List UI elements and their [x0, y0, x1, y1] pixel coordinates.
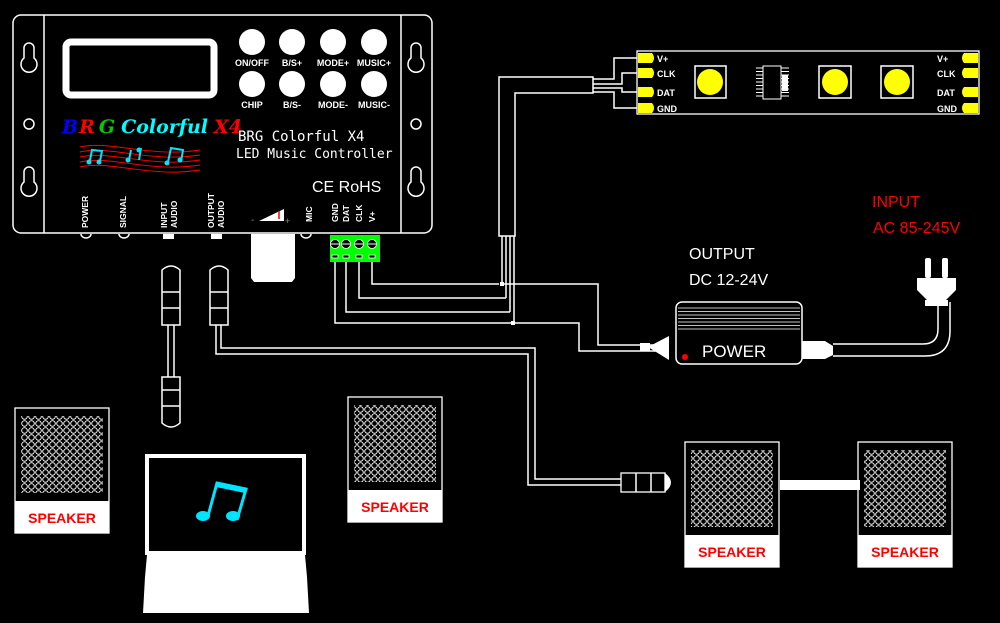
- ac-plug-icon: [917, 258, 956, 306]
- strip-pin-label: V+: [937, 54, 948, 64]
- button-panel: ON/OFF B/S+ MODE+ MUSIC+ CHIP B/S- MODE- MUSIC-: [235, 29, 391, 110]
- strip-pin-label: V+: [657, 54, 668, 64]
- volume-icon: - +: [251, 209, 290, 226]
- button-label: MODE+: [317, 58, 349, 68]
- logo-g: G: [99, 116, 115, 138]
- volume-minus: -: [251, 215, 254, 226]
- laptop-screen: [145, 454, 306, 555]
- strip-pin-label: GND: [657, 104, 678, 114]
- port-label-signal: SIGNAL: [118, 196, 128, 228]
- strip-pin-label: DAT: [937, 88, 955, 98]
- ic-chip: [756, 65, 789, 100]
- button-knob[interactable]: [320, 29, 346, 55]
- terminal-block: [330, 235, 380, 262]
- speaker-label: SPEAKER: [361, 499, 429, 515]
- strip-pin-label: CLK: [937, 69, 956, 79]
- product-name: BRG Colorful X4: [238, 129, 364, 145]
- power-led-indicator: [682, 354, 688, 360]
- led-strip: V+ CLK DAT GND V+ CLK DAT GND: [636, 50, 980, 115]
- button-knob[interactable]: [320, 71, 346, 97]
- controller-button[interactable]: MODE-: [318, 71, 348, 110]
- controller-button[interactable]: MODE+: [317, 29, 349, 68]
- speaker: SPEAKER: [684, 441, 780, 568]
- logo-r: R: [78, 116, 95, 138]
- volume-plus: +: [285, 216, 290, 226]
- terminal-label: V+: [367, 211, 377, 222]
- terminal-label: CLK: [354, 204, 364, 222]
- speaker: SPEAKER: [857, 441, 953, 568]
- terminal-labels: GND DAT CLK V+: [330, 203, 377, 222]
- button-knob[interactable]: [239, 29, 265, 55]
- psu-output-label: OUTPUT: [689, 246, 755, 263]
- laptop-base: [143, 555, 309, 613]
- controller-button[interactable]: B/S-: [279, 71, 305, 110]
- certification-marks: CE RoHS: [312, 179, 381, 196]
- strip-pin-left: CLK: [638, 68, 676, 79]
- laptop: [143, 454, 309, 613]
- strip-pin-left: DAT: [638, 87, 675, 98]
- button-knob[interactable]: [361, 29, 387, 55]
- volume-knob[interactable]: [251, 234, 295, 282]
- speaker-grille: [864, 450, 946, 527]
- psu-input-voltage: AC 85-245V: [873, 220, 960, 237]
- product-subtitle: LED Music Controller: [236, 147, 393, 162]
- power-supply: OUTPUT DC 12-24V POWER INPUT AC 85-245V: [640, 194, 960, 365]
- port-label-output-audio: AUDIO: [216, 200, 226, 228]
- speaker-grille: [354, 405, 436, 482]
- speaker-grille: [691, 450, 773, 527]
- port-label-input-audio: AUDIO: [169, 200, 179, 228]
- speaker-link-cable: [780, 480, 860, 490]
- controller-button[interactable]: MUSIC+: [357, 29, 391, 68]
- button-label: MUSIC+: [357, 58, 391, 68]
- mounting-hole-icon: [20, 42, 38, 197]
- controller-button[interactable]: CHIP: [239, 71, 265, 110]
- brand-logo: BR G Colorful X4: [61, 116, 242, 138]
- psu-input-label: INPUT: [872, 194, 920, 211]
- controller-button[interactable]: MUSIC-: [358, 71, 390, 110]
- strip-pin-label: DAT: [657, 88, 675, 98]
- port-label-mic: MIC: [304, 206, 314, 222]
- controller: ON/OFF B/S+ MODE+ MUSIC+ CHIP B/S- MODE- MUSIC-…: [12, 14, 433, 282]
- button-label: B/S+: [282, 58, 302, 68]
- port-label-output: OUTPUT: [206, 192, 216, 228]
- speaker-label: SPEAKER: [28, 510, 96, 526]
- logo-colorful: Colorful: [121, 116, 208, 138]
- logo-b: B: [61, 116, 78, 138]
- button-label: CHIP: [241, 100, 263, 110]
- strip-pin-label: GND: [937, 104, 958, 114]
- strip-pin-label: CLK: [657, 69, 676, 79]
- music-staff-icon: [79, 144, 201, 173]
- wiring-diagram: ON/OFF B/S+ MODE+ MUSIC+ CHIP B/S- MODE- MUSIC-…: [12, 14, 980, 613]
- button-label: MODE-: [318, 100, 348, 110]
- controller-button[interactable]: ON/OFF: [235, 29, 269, 68]
- speaker-label: SPEAKER: [871, 544, 939, 560]
- button-knob[interactable]: [279, 29, 305, 55]
- button-label: ON/OFF: [235, 58, 269, 68]
- speaker: SPEAKER: [347, 396, 443, 523]
- controller-button[interactable]: B/S+: [279, 29, 305, 68]
- lcd-display: [62, 38, 218, 99]
- speaker-label: SPEAKER: [698, 544, 766, 560]
- psu-label: POWER: [702, 342, 766, 361]
- speaker: SPEAKER: [14, 407, 110, 534]
- button-label: MUSIC-: [358, 100, 390, 110]
- port-label-power: POWER: [80, 196, 90, 228]
- psu-output-voltage: DC 12-24V: [689, 272, 768, 289]
- terminal-label: GND: [330, 203, 340, 222]
- button-label: B/S-: [283, 100, 301, 110]
- button-knob[interactable]: [279, 71, 305, 97]
- port-label-input: INPUT: [159, 202, 169, 228]
- mounting-hole-icon: [407, 42, 425, 197]
- terminal-label: DAT: [341, 204, 351, 222]
- audio-input-cable: [161, 265, 181, 428]
- speaker-grille: [21, 416, 103, 493]
- button-knob[interactable]: [239, 71, 265, 97]
- button-knob[interactable]: [361, 71, 387, 97]
- strip-pin-left: GND: [638, 103, 678, 114]
